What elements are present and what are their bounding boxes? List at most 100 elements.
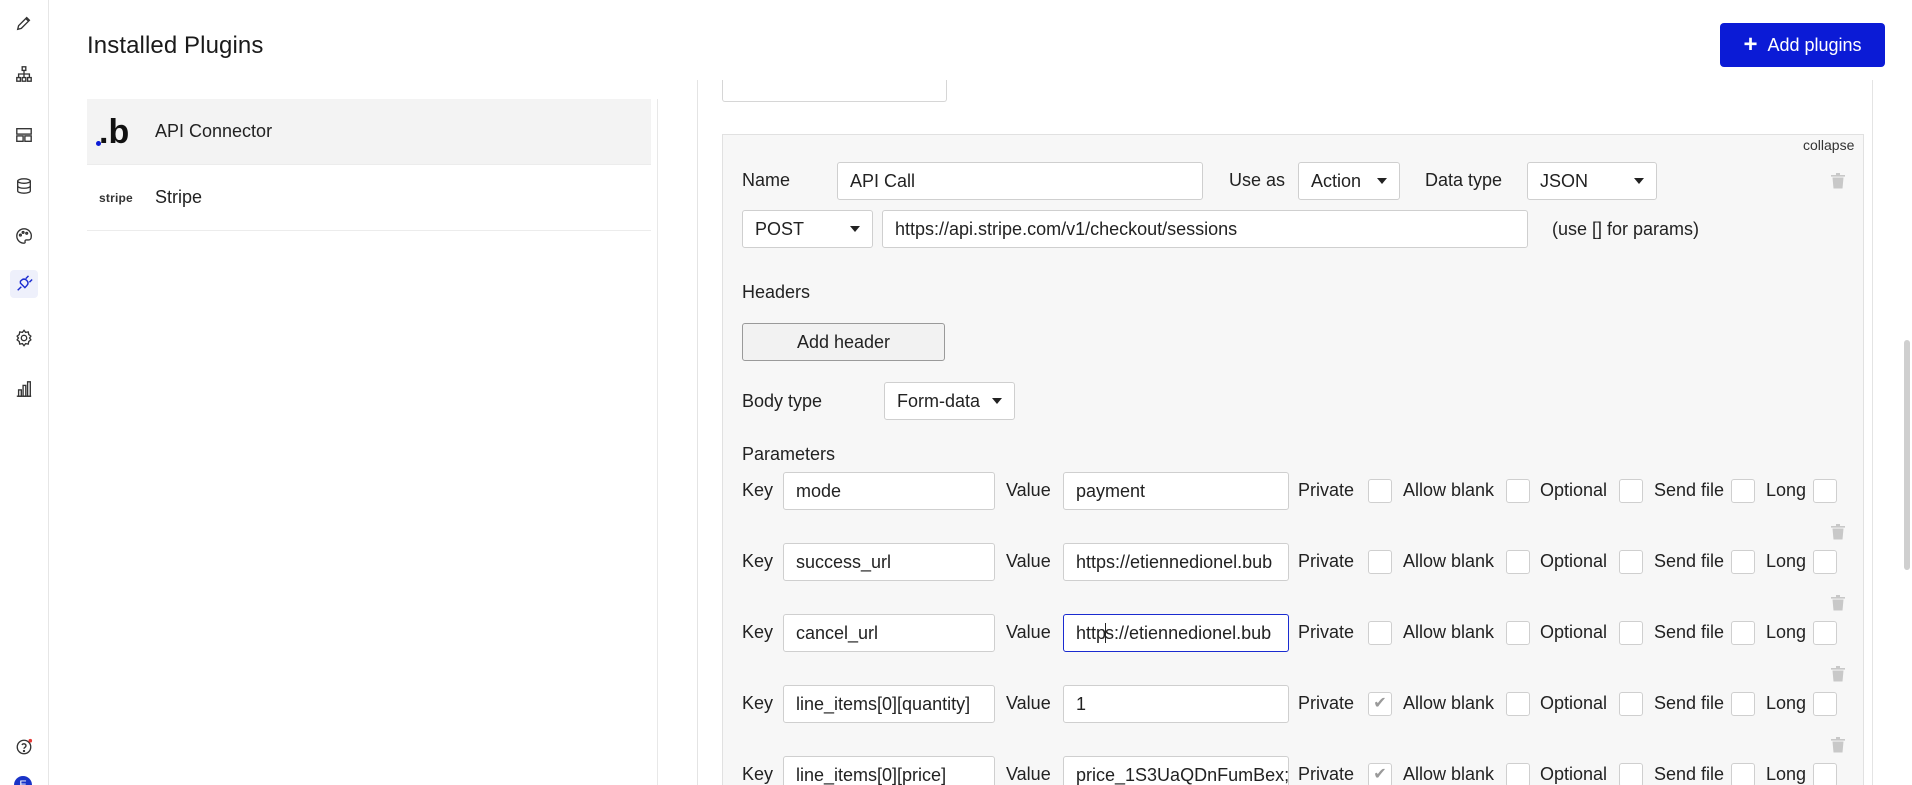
private-checkbox[interactable] <box>1368 621 1392 645</box>
param-key-input[interactable]: success_url <box>783 543 995 581</box>
database-icon[interactable] <box>10 172 38 200</box>
long-checkbox[interactable] <box>1813 621 1837 645</box>
trash-icon[interactable] <box>1829 522 1847 542</box>
long-checkbox[interactable] <box>1813 763 1837 785</box>
param-key-input[interactable]: line_items[0][price] <box>783 756 995 785</box>
optional-checkbox[interactable] <box>1619 550 1643 574</box>
key-label: Key <box>742 622 774 642</box>
allow-blank-checkbox[interactable] <box>1506 763 1530 785</box>
allow-blank-checkbox[interactable] <box>1506 550 1530 574</box>
layout-icon[interactable] <box>10 121 38 149</box>
long-checkbox[interactable] <box>1813 479 1837 503</box>
allow-blank-checkbox[interactable] <box>1506 692 1530 716</box>
optional-checkbox[interactable] <box>1619 763 1643 785</box>
use-as-select[interactable]: Action <box>1298 162 1400 200</box>
body-type-select[interactable]: Form-data <box>884 382 1015 420</box>
use-as-label: Use as <box>1229 170 1286 190</box>
trash-icon[interactable] <box>1829 593 1847 613</box>
key-label: Key <box>742 551 774 571</box>
call-name-input[interactable]: API Call <box>837 162 1203 200</box>
method-select[interactable]: POST <box>742 210 873 248</box>
send-file-label: Send file <box>1654 622 1725 642</box>
param-key-input[interactable]: mode <box>783 472 995 510</box>
optional-label: Optional <box>1540 764 1608 784</box>
avatar[interactable]: E <box>14 776 32 785</box>
collapse-link[interactable]: collapse <box>1803 137 1854 153</box>
param-value-input[interactable]: https://etiennedionel.bub <box>1063 614 1289 652</box>
optional-checkbox[interactable] <box>1619 621 1643 645</box>
plugin-item-stripe[interactable]: stripe Stripe <box>87 165 651 231</box>
private-checkbox[interactable] <box>1368 550 1392 574</box>
palette-icon[interactable] <box>10 222 38 250</box>
optional-label: Optional <box>1540 480 1608 500</box>
sitemap-icon[interactable] <box>10 60 38 88</box>
optional-label: Optional <box>1540 622 1608 642</box>
allow-blank-checkbox[interactable] <box>1506 621 1530 645</box>
body-type-value: Form-data <box>897 390 981 411</box>
private-label: Private <box>1298 764 1355 784</box>
optional-checkbox[interactable] <box>1619 479 1643 503</box>
plug-icon[interactable] <box>10 270 38 298</box>
allow-blank-label: Allow blank <box>1403 764 1495 784</box>
page-title: Installed Plugins <box>87 32 264 59</box>
chevron-down-icon <box>850 226 860 232</box>
use-as-value: Action <box>1311 170 1362 191</box>
help-icon[interactable] <box>10 733 38 761</box>
value-label: Value <box>1006 480 1051 500</box>
param-key-input[interactable]: cancel_url <box>783 614 995 652</box>
allow-blank-checkbox[interactable] <box>1506 479 1530 503</box>
gear-icon[interactable] <box>10 324 38 352</box>
pencil-icon[interactable] <box>10 9 38 37</box>
optional-label: Optional <box>1540 693 1608 713</box>
send-file-checkbox[interactable] <box>1731 479 1755 503</box>
long-checkbox[interactable] <box>1813 692 1837 716</box>
send-file-checkbox[interactable] <box>1731 550 1755 574</box>
param-key-input[interactable]: line_items[0][quantity] <box>783 685 995 723</box>
private-label: Private <box>1298 480 1355 500</box>
value-text-before-cursor: http <box>1076 622 1107 643</box>
trash-icon[interactable] <box>1829 171 1847 191</box>
plugin-name: API Connector <box>155 121 273 141</box>
url-input[interactable]: https://api.stripe.com/v1/checkout/sessi… <box>882 210 1528 248</box>
data-type-select[interactable]: JSON <box>1527 162 1657 200</box>
optional-label: Optional <box>1540 551 1608 571</box>
param-value-input[interactable]: 1 <box>1063 685 1289 723</box>
private-checkbox[interactable]: ✔ <box>1368 763 1392 785</box>
check-icon: ✔ <box>1373 766 1387 783</box>
plus-icon: + <box>1743 31 1758 58</box>
params-hint: (use [] for params) <box>1552 219 1700 239</box>
value-label: Value <box>1006 764 1051 784</box>
long-label: Long <box>1766 764 1807 784</box>
send-file-checkbox[interactable] <box>1731 621 1755 645</box>
long-label: Long <box>1766 480 1807 500</box>
parameters-label: Parameters <box>742 444 836 464</box>
key-label: Key <box>742 693 774 713</box>
method-value: POST <box>755 218 805 239</box>
add-header-button[interactable]: Add header <box>742 323 945 361</box>
plugin-item-api-connector[interactable]: .b API Connector <box>87 99 651 165</box>
param-value-input[interactable]: payment <box>1063 472 1289 510</box>
send-file-checkbox[interactable] <box>1731 763 1755 785</box>
bubble-logo-icon: .b <box>96 115 155 149</box>
private-checkbox[interactable]: ✔ <box>1368 692 1392 716</box>
trash-icon[interactable] <box>1829 735 1847 755</box>
icon-rail: E <box>0 0 49 785</box>
body-type-label: Body type <box>742 391 823 411</box>
trash-icon[interactable] <box>1829 664 1847 684</box>
chart-icon[interactable] <box>10 375 38 403</box>
param-value-input[interactable]: price_1S3UaQDnFumBex; <box>1063 756 1289 785</box>
long-checkbox[interactable] <box>1813 550 1837 574</box>
allow-blank-label: Allow blank <box>1403 693 1495 713</box>
param-value-input[interactable]: https://etiennedionel.bub <box>1063 543 1289 581</box>
add-plugins-label: Add plugins <box>1767 34 1862 55</box>
value-label: Value <box>1006 551 1051 571</box>
private-checkbox[interactable] <box>1368 479 1392 503</box>
send-file-checkbox[interactable] <box>1731 692 1755 716</box>
scrollbar[interactable] <box>1904 340 1910 570</box>
stripe-logo-icon: stripe <box>99 190 133 205</box>
send-file-label: Send file <box>1654 480 1725 500</box>
add-plugins-button[interactable]: + Add plugins <box>1720 23 1885 67</box>
key-label: Key <box>742 480 774 500</box>
plugin-list: .b API Connector stripe Stripe <box>87 99 651 231</box>
optional-checkbox[interactable] <box>1619 692 1643 716</box>
